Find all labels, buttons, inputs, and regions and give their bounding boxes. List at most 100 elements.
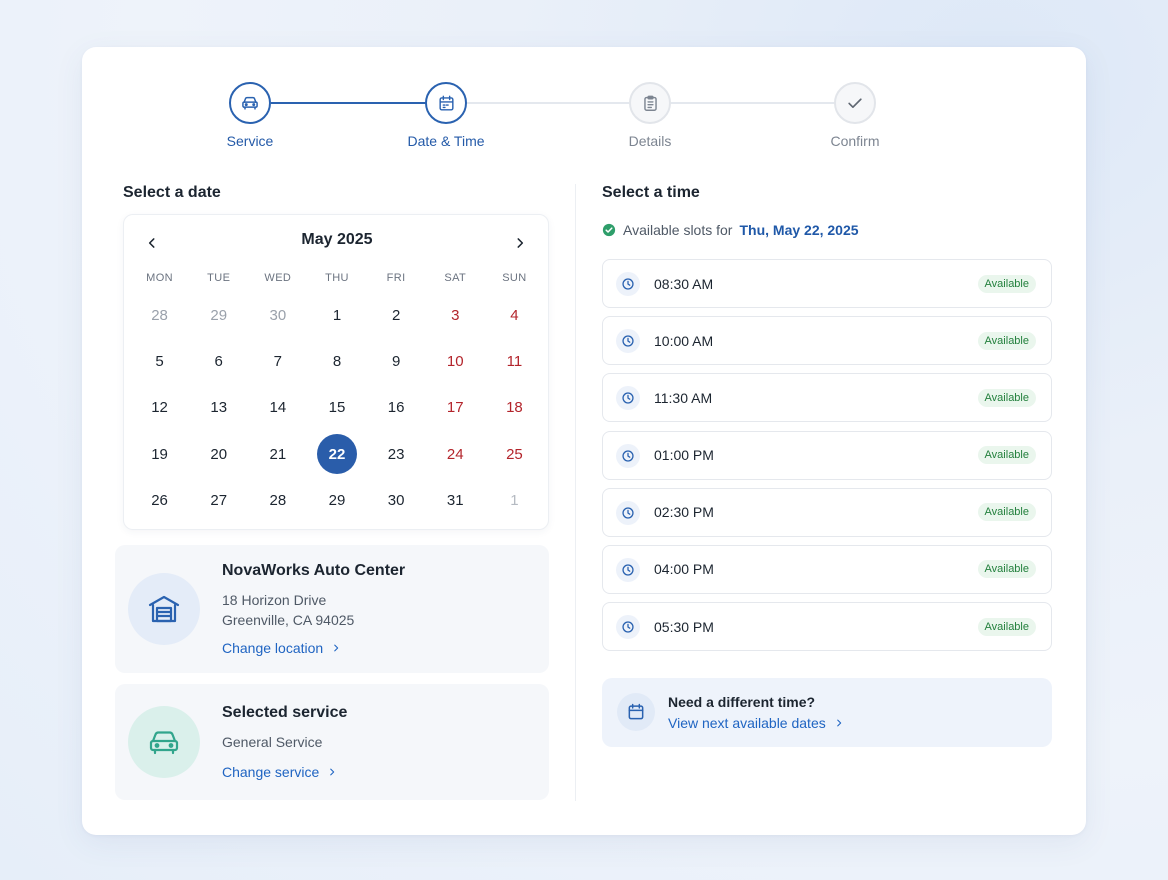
different-time-box: Need a different time? View next availab… <box>602 678 1052 747</box>
calendar-day[interactable]: 6 <box>189 338 248 384</box>
calendar-day[interactable]: 12 <box>130 385 189 431</box>
calendar-day[interactable]: 11 <box>485 338 544 384</box>
calendar-day[interactable]: 13 <box>189 385 248 431</box>
next-available-dates-link[interactable]: View next available dates <box>668 715 844 731</box>
calendar-day-number: 7 <box>273 353 283 371</box>
location-icon-circle <box>128 573 200 645</box>
calendar-day[interactable]: 2 <box>367 292 426 338</box>
calendar-day[interactable]: 4 <box>485 292 544 338</box>
calendar-day-number: 2 <box>391 306 401 324</box>
clock-icon <box>622 335 634 347</box>
calendar-day-number: 3 <box>451 306 460 324</box>
calendar-day[interactable]: 24 <box>426 431 485 477</box>
clock-icon <box>622 449 634 462</box>
calendar-day-number: 30 <box>387 492 405 510</box>
car-icon <box>242 96 258 110</box>
calendar-day[interactable]: 1 <box>307 292 366 338</box>
selected-service-name: General Service <box>222 734 323 750</box>
calendar-day[interactable]: 26 <box>130 478 189 524</box>
calendar-day[interactable]: 18 <box>485 385 544 431</box>
step-details[interactable]: Details <box>590 82 710 149</box>
step-service[interactable]: Service <box>190 82 310 149</box>
calendar-day-number: 11 <box>506 353 523 371</box>
clock-icon-circle <box>616 500 640 525</box>
time-slot-time: 04:00 PM <box>654 561 714 578</box>
calendar-day-number: 12 <box>151 399 168 417</box>
change-service-label: Change service <box>222 764 320 780</box>
calendar-day-selected[interactable]: 22 <box>307 431 366 477</box>
change-location-link[interactable]: Change location <box>222 640 341 656</box>
calendar-day-number: 28 <box>151 306 168 324</box>
calendar-day[interactable]: 3 <box>426 292 485 338</box>
calendar-day[interactable]: 29 <box>307 478 366 524</box>
time-slot-list: 08:30 AM Available 10:00 AM Available 11:30 … <box>602 259 1052 659</box>
calendar-day-number: 25 <box>506 445 523 463</box>
chevron-right-icon <box>836 719 841 727</box>
calendar-day[interactable]: 27 <box>189 478 248 524</box>
step-details-circle <box>629 82 671 124</box>
step-service-circle <box>229 82 271 124</box>
calendar-day-number: 28 <box>269 492 287 510</box>
calendar-day[interactable]: 9 <box>367 338 426 384</box>
calendar-day-number: 27 <box>210 492 228 510</box>
change-service-link[interactable]: Change service <box>222 764 337 780</box>
calendar-day[interactable]: 10 <box>426 338 485 384</box>
calendar-day[interactable]: 30 <box>248 292 307 338</box>
chevron-right-icon <box>330 768 335 776</box>
calendar-day-number: 19 <box>151 445 168 463</box>
calendar-day-number: 8 <box>332 353 342 371</box>
calendar-day[interactable]: 16 <box>367 385 426 431</box>
clock-icon <box>622 507 634 519</box>
time-slot[interactable]: 05:30 PM Available <box>602 602 1052 652</box>
available-slots-prefix: Available slots for <box>623 222 733 238</box>
calendar-day[interactable]: 1 <box>485 478 544 524</box>
calendar-day-number: 9 <box>391 353 401 371</box>
clock-icon-circle <box>616 557 640 582</box>
calendar-day[interactable]: 23 <box>367 431 426 477</box>
chevron-right-icon <box>334 644 339 652</box>
time-slot[interactable]: 08:30 AM Available <box>602 259 1052 308</box>
available-slots-note: Available slots for Thu, May 22, 2025 <box>602 222 859 238</box>
calendar-day[interactable]: 8 <box>307 338 366 384</box>
time-slot-time: 10:00 AM <box>654 332 714 349</box>
time-slot-time: 02:30 PM <box>654 504 714 521</box>
calendar-day[interactable]: 15 <box>307 385 366 431</box>
clock-icon-circle <box>616 272 640 296</box>
weekday-label: SAT <box>444 272 467 284</box>
calendar-day[interactable]: 28 <box>248 478 307 524</box>
booking-stepper: Service Date & Time Details Confirm <box>82 47 1086 167</box>
calendar-day[interactable]: 14 <box>248 385 307 431</box>
calendar-day[interactable]: 31 <box>426 478 485 524</box>
calendar-day[interactable]: 19 <box>130 431 189 477</box>
calendar-day[interactable]: 20 <box>189 431 248 477</box>
calendar-day-number: 20 <box>210 445 228 463</box>
step-date-time-circle <box>425 82 467 124</box>
calendar-day[interactable]: 5 <box>130 338 189 384</box>
calendar-day-number: 14 <box>269 399 287 417</box>
time-slot[interactable]: 01:00 PM Available <box>602 430 1052 480</box>
calendar-month-label: May 2025 <box>301 231 373 248</box>
next-month-button[interactable] <box>506 229 534 257</box>
calendar-day-number: 24 <box>446 445 464 463</box>
time-slot-time: 08:30 AM <box>654 275 714 292</box>
calendar-day[interactable]: 7 <box>248 338 307 384</box>
time-slot[interactable]: 11:30 AM Available <box>602 373 1052 423</box>
calendar-day-number: 29 <box>210 306 228 324</box>
time-slot[interactable]: 10:00 AM Available <box>602 316 1052 366</box>
calendar-day-number: 1 <box>510 492 519 510</box>
calendar-day[interactable]: 21 <box>248 431 307 477</box>
calendar-day[interactable]: 29 <box>189 292 248 338</box>
time-slot[interactable]: 02:30 PM Available <box>602 487 1052 537</box>
calendar-day[interactable]: 25 <box>485 431 544 477</box>
calendar-day[interactable]: 17 <box>426 385 485 431</box>
available-slots-date: Thu, May 22, 2025 <box>739 222 859 238</box>
next-available-dates-label: View next available dates <box>668 715 826 731</box>
calendar-day[interactable]: 28 <box>130 292 189 338</box>
calendar-day-number: 4 <box>510 306 519 324</box>
step-date-time[interactable]: Date & Time <box>386 82 506 149</box>
calendar-day-number: 17 <box>446 399 464 417</box>
step-confirm[interactable]: Confirm <box>795 82 915 149</box>
time-slot[interactable]: 04:00 PM Available <box>602 544 1052 594</box>
calendar-day-number: 6 <box>214 353 223 371</box>
calendar-day[interactable]: 30 <box>367 478 426 524</box>
